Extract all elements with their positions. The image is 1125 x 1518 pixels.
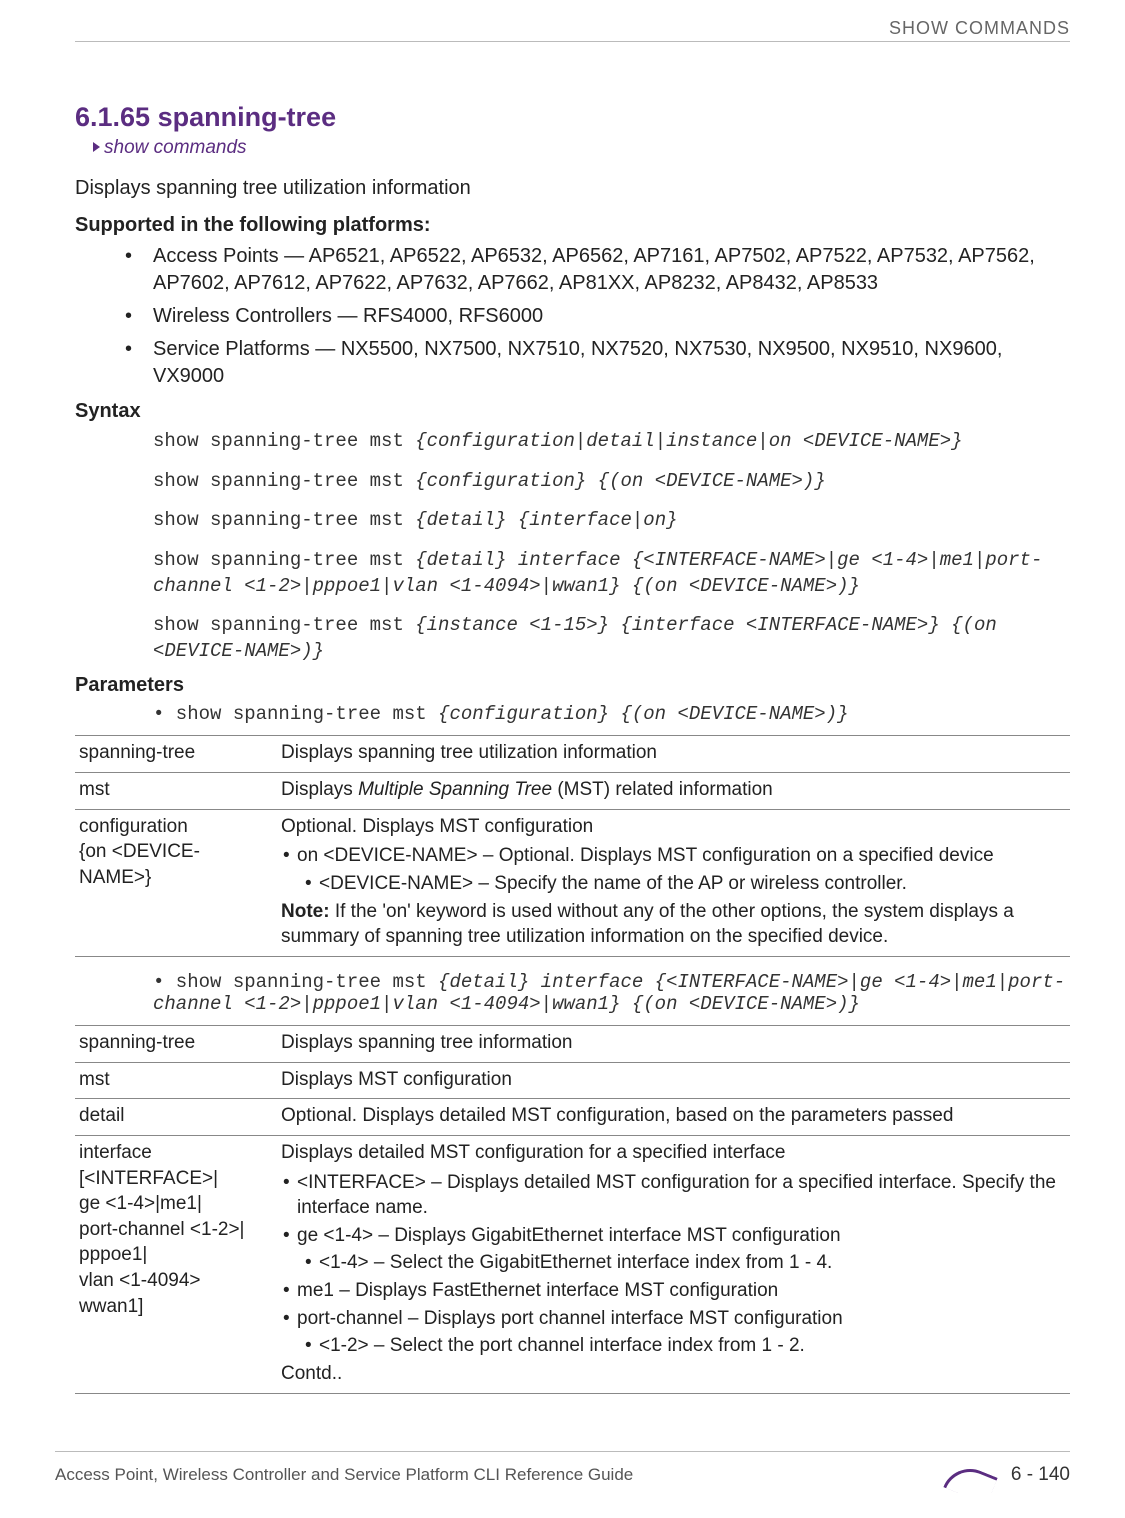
footer-title: Access Point, Wireless Controller and Se… — [55, 1465, 633, 1485]
param-name: detail — [75, 1099, 277, 1136]
list-item: <1-4> – Select the GigabitEthernet inter… — [319, 1250, 1062, 1276]
list-item: Access Points — AP6521, AP6522, AP6532, … — [153, 243, 1070, 297]
table-row: interface [<INTERFACE>| ge <1-4>|me1| po… — [75, 1135, 1070, 1393]
syntax-line: show spanning-tree mst {configuration} {… — [153, 469, 1070, 495]
parameters-intro-1: • show spanning-tree mst {configuration}… — [153, 703, 1070, 725]
syntax-line: show spanning-tree mst {instance <1-15>}… — [153, 613, 1070, 664]
note: Note: If the 'on' keyword is used withou… — [281, 899, 1062, 950]
breadcrumb-label: show commands — [104, 137, 247, 158]
list-item: <INTERFACE> – Displays detailed MST conf… — [297, 1170, 1062, 1221]
parameters-intro-2: • show spanning-tree mst {detail} interf… — [153, 971, 1070, 1015]
parameters-heading: Parameters — [75, 674, 1070, 697]
list-item: on <DEVICE-NAME> – Optional. Displays MS… — [297, 843, 1062, 869]
param-name: mst — [75, 773, 277, 810]
param-desc: Optional. Displays detailed MST configur… — [277, 1099, 1070, 1136]
table-row: mst Displays Multiple Spanning Tree (MST… — [75, 773, 1070, 810]
running-header: SHOW COMMANDS — [75, 18, 1070, 42]
param-desc: Displays spanning tree information — [277, 1025, 1070, 1062]
syntax-line: show spanning-tree mst {detail} {interfa… — [153, 508, 1070, 534]
syntax-line: show spanning-tree mst {configuration|de… — [153, 429, 1070, 455]
list-item: Service Platforms — NX5500, NX7500, NX75… — [153, 336, 1070, 390]
parameters-table-1: spanning-tree Displays spanning tree uti… — [75, 735, 1070, 956]
list-item: ge <1-4> – Displays GigabitEthernet inte… — [297, 1223, 1062, 1249]
param-desc: Displays detailed MST configuration for … — [277, 1135, 1070, 1393]
list-item: Wireless Controllers — RFS4000, RFS6000 — [153, 303, 1070, 330]
supported-list: Access Points — AP6521, AP6522, AP6532, … — [75, 243, 1070, 390]
param-desc: Optional. Displays MST configuration on … — [277, 809, 1070, 956]
contd-label: Contd.. — [281, 1361, 1062, 1387]
list-item: <1-2> – Select the port channel interfac… — [319, 1333, 1062, 1359]
supported-heading: Supported in the following platforms: — [75, 214, 1070, 237]
arrow-right-icon — [93, 142, 100, 152]
page-footer: Access Point, Wireless Controller and Se… — [55, 1451, 1070, 1490]
table-row: detail Optional. Displays detailed MST c… — [75, 1099, 1070, 1136]
section-title: 6.1.65 spanning-tree — [75, 102, 1070, 133]
param-name: configuration {on <DEVICE-NAME>} — [75, 809, 277, 956]
syntax-heading: Syntax — [75, 400, 1070, 423]
list-item: me1 – Displays FastEthernet interface MS… — [297, 1278, 1062, 1304]
param-desc: Displays spanning tree utilization infor… — [277, 736, 1070, 773]
table-row: configuration {on <DEVICE-NAME>} Optiona… — [75, 809, 1070, 956]
breadcrumb: show commands — [93, 137, 1070, 159]
parameters-table-2: spanning-tree Displays spanning tree inf… — [75, 1025, 1070, 1394]
param-name: spanning-tree — [75, 1025, 277, 1062]
brand-swoosh-icon — [947, 1460, 993, 1490]
param-name: interface [<INTERFACE>| ge <1-4>|me1| po… — [75, 1135, 277, 1393]
syntax-line: show spanning-tree mst {detail} interfac… — [153, 548, 1070, 599]
list-item: port-channel – Displays port channel int… — [297, 1306, 1062, 1332]
table-row: spanning-tree Displays spanning tree inf… — [75, 1025, 1070, 1062]
table-row: mst Displays MST configuration — [75, 1062, 1070, 1099]
param-name: mst — [75, 1062, 277, 1099]
page-number: 6 - 140 — [1011, 1464, 1070, 1486]
param-desc: Displays MST configuration — [277, 1062, 1070, 1099]
table-row: spanning-tree Displays spanning tree uti… — [75, 736, 1070, 773]
param-desc: Displays Multiple Spanning Tree (MST) re… — [277, 773, 1070, 810]
list-item: <DEVICE-NAME> – Specify the name of the … — [319, 871, 1062, 897]
intro-text: Displays spanning tree utilization infor… — [75, 177, 1070, 200]
param-name: spanning-tree — [75, 736, 277, 773]
